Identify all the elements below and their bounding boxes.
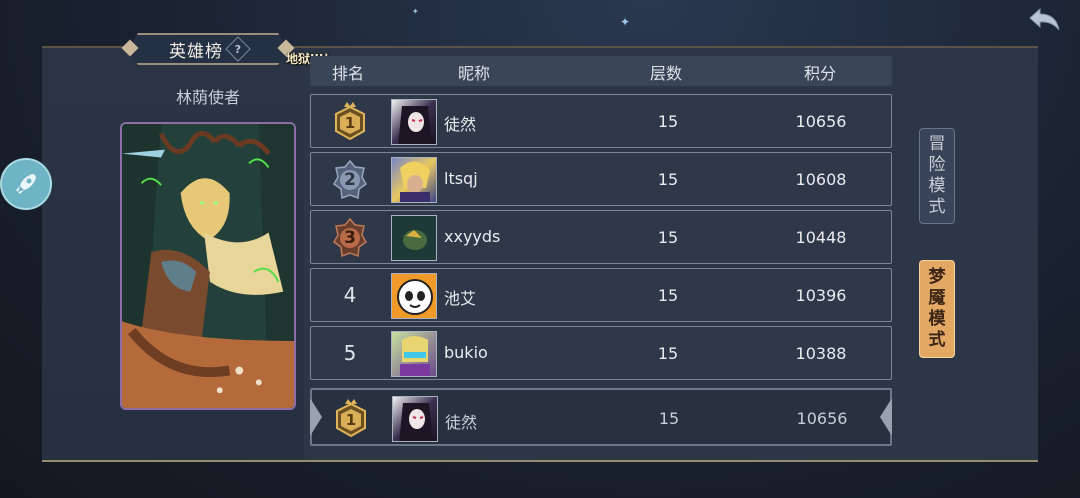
player-nickname: ltsqj	[444, 169, 478, 188]
page-title: 英雄榜	[169, 41, 223, 62]
rank-number: 4	[343, 283, 357, 307]
column-header-nickname: 昵称	[458, 64, 491, 83]
column-header-score: 积分	[804, 64, 837, 83]
player-nickname: bukio	[444, 343, 488, 362]
rank-badge-silver-icon: 2	[331, 159, 369, 201]
table-row[interactable]: 2 ltsqj 15 10608	[310, 152, 892, 206]
rank-badge-bronze-icon: 3	[331, 217, 369, 259]
player-floor: 15	[657, 228, 679, 247]
rank-number: 5	[343, 341, 357, 365]
hero-name: 林荫使者	[175, 88, 240, 107]
column-header-floor: 层数	[650, 64, 683, 83]
avatar	[391, 157, 437, 203]
player-nickname: 徒然	[444, 115, 477, 134]
table-row[interactable]: 5 bukio 15 10388	[310, 326, 892, 380]
player-score: 10388	[795, 344, 847, 363]
star-decoration: ✦	[412, 7, 419, 16]
my-rank-row[interactable]: 1 徒然 15 10656	[310, 388, 892, 446]
player-nickname: 池艾	[444, 289, 477, 308]
table-row[interactable]: 1 徒然 15 10656	[310, 94, 892, 148]
leaderboard-title-plate: 英雄榜 ?	[121, 33, 295, 65]
player-nickname: 徒然	[445, 413, 478, 432]
player-score: 10608	[795, 170, 847, 189]
player-nickname: xxyyds	[444, 227, 501, 246]
avatar	[391, 215, 437, 261]
player-floor: 15	[657, 170, 679, 189]
hero-portrait	[120, 122, 296, 410]
table-row[interactable]: 4 池艾 15 10396	[310, 268, 892, 322]
table-row[interactable]: 3 xxyyds 15 10448	[310, 210, 892, 264]
player-score: 10656	[796, 409, 848, 428]
side-menu-button[interactable]	[0, 158, 52, 210]
rank-badge-gold-icon: 1	[331, 101, 369, 143]
player-floor: 15	[657, 112, 679, 131]
avatar	[391, 99, 437, 145]
adventure-mode-tab[interactable]: 冒 险 模 式	[919, 128, 955, 224]
back-arrow-icon	[1029, 7, 1060, 31]
rocket-icon	[16, 174, 36, 194]
nightmare-mode-tab[interactable]: 梦 魇 模 式	[919, 260, 955, 358]
player-score: 10448	[795, 228, 847, 247]
star-decoration: ✦	[620, 15, 631, 29]
player-floor: 15	[658, 409, 680, 428]
player-score: 10656	[795, 112, 847, 131]
row-end-ornament	[880, 398, 892, 436]
player-floor: 15	[657, 286, 679, 305]
player-floor: 15	[657, 344, 679, 363]
avatar	[391, 273, 437, 319]
avatar	[391, 331, 437, 377]
player-score: 10396	[795, 286, 847, 305]
avatar	[392, 396, 438, 442]
row-end-ornament	[310, 398, 322, 436]
back-button[interactable]	[1024, 6, 1064, 36]
table-header: 排名 昵称 层数 积分	[310, 56, 892, 86]
rank-badge-gold-icon: 1	[332, 398, 370, 440]
column-header-rank: 排名	[332, 64, 365, 83]
